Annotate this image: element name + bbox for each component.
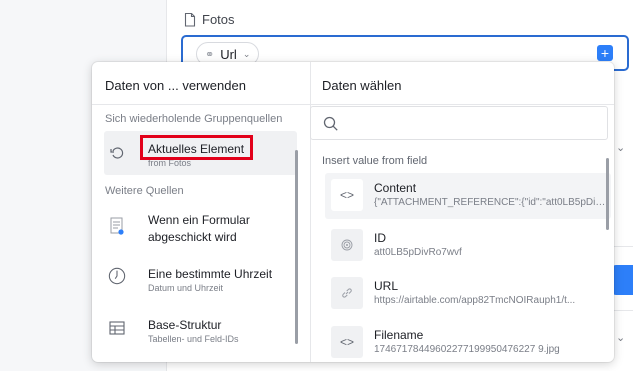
repeating-sources-label: Sich wiederholende Gruppenquellen xyxy=(105,113,283,125)
field-item-name: ID xyxy=(374,231,386,245)
insert-value-label: Insert value from field xyxy=(322,155,428,167)
specific-time-subtitle: Datum und Uhrzeit xyxy=(148,283,224,293)
base-structure-title: Base-Struktur xyxy=(148,318,222,332)
fingerprint-icon xyxy=(331,229,363,261)
chevron-down-icon: ⌄ xyxy=(242,48,251,59)
source-heading: Daten von ... verwenden xyxy=(105,78,246,93)
form-submitted-title-line1: Wenn ein Formular xyxy=(148,213,250,227)
add-token-button[interactable]: + xyxy=(597,45,613,61)
table-icon xyxy=(108,319,126,337)
chevron-down-icon[interactable]: ⌄ xyxy=(616,331,625,344)
specific-time-title: Eine bestimmte Uhrzeit xyxy=(148,267,273,281)
field-item-id[interactable]: ID att0LB5pDivRo7wvf xyxy=(325,223,611,269)
document-icon xyxy=(184,12,196,27)
scrollbar[interactable] xyxy=(295,150,298,344)
source-column: Daten von ... verwenden Sich wiederholen… xyxy=(92,62,311,362)
more-sources-label: Weitere Quellen xyxy=(105,185,184,197)
field-item-url[interactable]: URL https://airtable.com/app82TmcNOIRaup… xyxy=(325,271,611,317)
link-icon: ⚭ xyxy=(205,48,215,61)
divider xyxy=(612,246,633,247)
field-item-name: Content xyxy=(374,181,417,195)
specific-time-option[interactable]: Eine bestimmte Uhrzeit Datum und Uhrzeit xyxy=(104,256,297,300)
form-submitted-title-line2: abgeschickt wird xyxy=(148,230,237,244)
field-item-content[interactable]: <> Content {"ATTACHMENT_REFERENCE":{"id"… xyxy=(325,173,611,219)
field-label: Fotos xyxy=(184,12,235,27)
divider xyxy=(310,104,614,105)
highlight-annotation xyxy=(140,135,253,160)
field-label-text: Fotos xyxy=(202,12,235,27)
base-structure-subtitle: Tabellen- und Feld-IDs xyxy=(148,334,239,344)
search-icon xyxy=(323,116,338,131)
form-icon xyxy=(108,217,126,235)
chevron-down-icon[interactable]: ⌄ xyxy=(616,141,625,154)
scrollbar[interactable] xyxy=(606,158,609,230)
clock-icon xyxy=(108,267,126,285)
field-item-filename[interactable]: <> Filename 1746717844960227719995047622… xyxy=(325,320,611,362)
field-search-input[interactable] xyxy=(310,106,608,140)
field-heading: Daten wählen xyxy=(322,78,402,93)
primary-button-edge[interactable] xyxy=(612,265,633,295)
field-item-value: att0LB5pDivRo7wvf xyxy=(374,247,462,258)
data-picker-popover: Daten von ... verwenden Sich wiederholen… xyxy=(92,62,614,362)
code-icon: <> xyxy=(331,326,363,358)
field-item-value: 17467178449602277199950476227 9.jpg xyxy=(374,344,560,355)
link-icon xyxy=(331,277,363,309)
field-item-value: {"ATTACHMENT_REFERENCE":{"id":"att0LB5pD… xyxy=(374,197,606,208)
undo-icon xyxy=(108,144,126,162)
field-item-name: Filename xyxy=(374,328,424,342)
url-token-label: Url xyxy=(220,46,237,62)
divider xyxy=(612,310,633,311)
field-item-name: URL xyxy=(374,279,399,293)
field-column: Daten wählen Insert value from field <> … xyxy=(310,62,614,362)
base-structure-option[interactable]: Base-Struktur Tabellen- und Feld-IDs xyxy=(104,306,297,350)
code-icon: <> xyxy=(331,179,363,211)
field-item-value: https://airtable.com/app82TmcNOIRauph1/t… xyxy=(374,295,576,306)
divider xyxy=(92,104,310,105)
form-submitted-option[interactable]: Wenn ein Formular abgeschickt wird xyxy=(104,205,297,253)
